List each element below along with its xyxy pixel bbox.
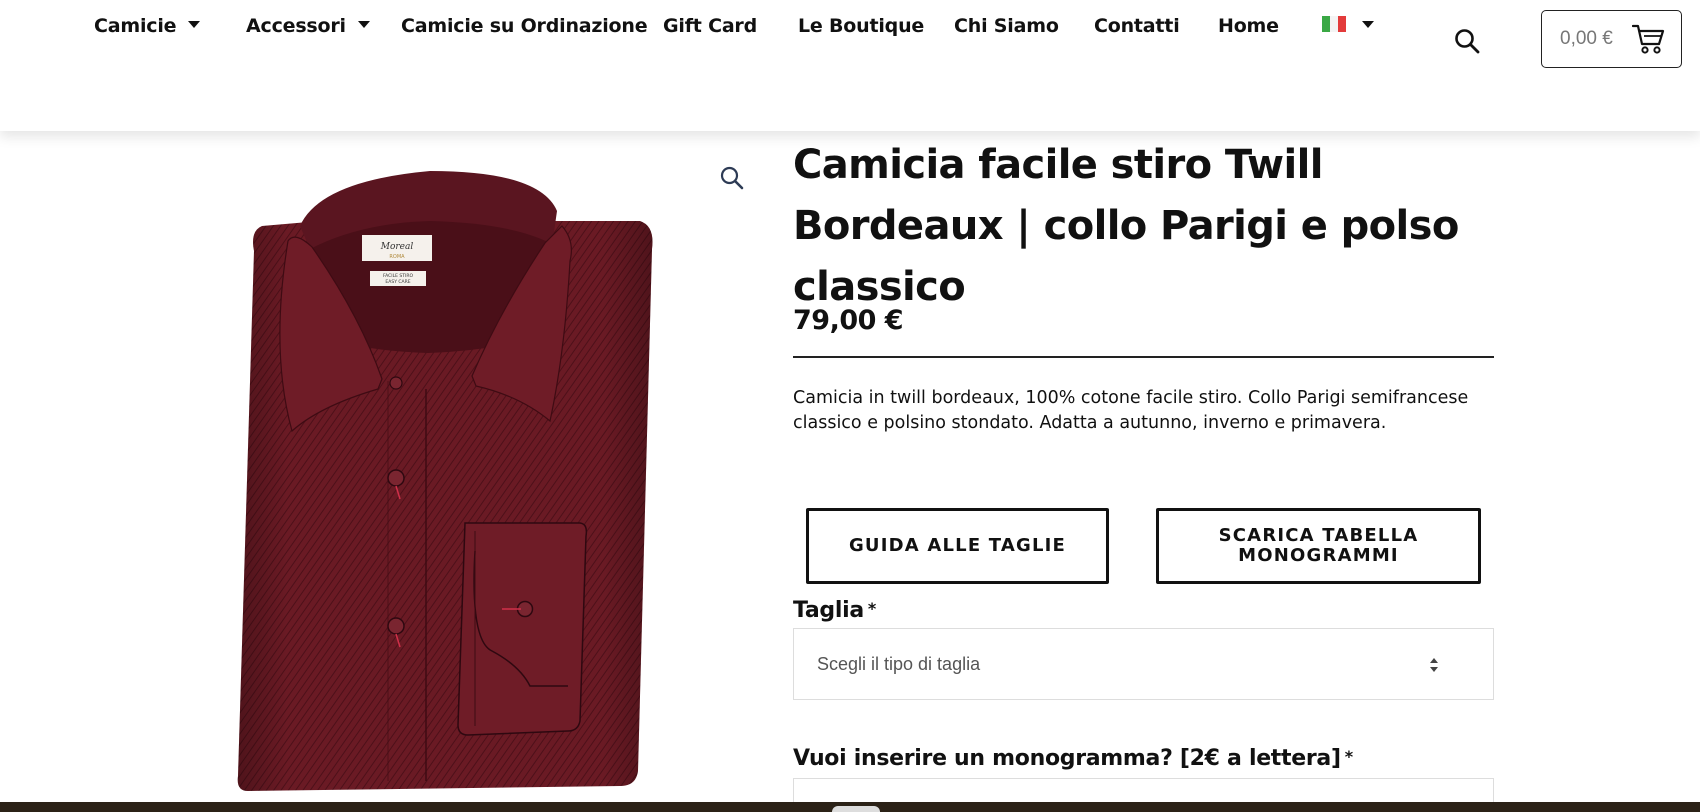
image-zoom-button[interactable]	[719, 165, 745, 191]
site-header: Camicie Accessori Camicie su Ordinazione…	[0, 0, 1700, 131]
nav-item-label: Camicie	[94, 15, 177, 37]
nav-item-camicie-su-ordinazione[interactable]: Camicie su Ordinazione	[401, 15, 648, 37]
select-arrows-icon	[1430, 658, 1438, 672]
search-icon	[1455, 29, 1480, 54]
caret-down-icon	[357, 21, 370, 28]
search-button[interactable]	[1452, 26, 1482, 56]
product-image: Moreal ROMA FACILE STIRO EASY CARE	[237, 171, 653, 791]
nav-item-contatti[interactable]: Contatti	[1094, 15, 1180, 37]
required-mark: *	[867, 599, 876, 618]
download-monogram-table-button[interactable]: SCARICA TABELLA MONOGRAMMI	[1156, 508, 1481, 584]
product-gallery[interactable]: Moreal ROMA FACILE STIRO EASY CARE	[200, 131, 760, 801]
nav-item-le-boutique[interactable]: Le Boutique	[798, 15, 924, 37]
size-guide-button[interactable]: GUIDA ALLE TAGLIE	[806, 508, 1109, 584]
svg-text:ROMA: ROMA	[389, 254, 405, 260]
cart-button[interactable]: 0,00 €	[1541, 10, 1682, 68]
size-field-label: Taglia *	[793, 598, 876, 623]
monogram-label-text: Vuoi inserire un monogramma? [2€ a lette…	[793, 746, 1341, 771]
main-nav: Camicie Accessori Camicie su Ordinazione…	[0, 0, 1400, 54]
language-switcher[interactable]	[1322, 15, 1374, 37]
nav-item-gift-card[interactable]: Gift Card	[663, 15, 757, 37]
cart-total: 0,00 €	[1560, 28, 1613, 49]
scroll-handle[interactable]	[832, 806, 880, 812]
nav-item-chi-siamo[interactable]: Chi Siamo	[954, 15, 1059, 37]
product-price: 79,00 €	[793, 305, 904, 336]
price-divider	[793, 356, 1494, 358]
italy-flag-icon	[1322, 15, 1346, 32]
caret-down-icon	[188, 21, 201, 28]
caret-down-icon	[1362, 21, 1374, 28]
cart-icon	[1632, 24, 1665, 54]
size-select[interactable]: Scegli il tipo di taglia	[793, 628, 1494, 700]
nav-item-camicie[interactable]: Camicie	[94, 15, 201, 37]
product-title: Camicia facile stiro Twill Bordeaux | co…	[793, 142, 1459, 310]
size-select-value: Scegli il tipo di taglia	[817, 654, 981, 674]
nav-item-accessori[interactable]: Accessori	[246, 15, 370, 37]
nav-item-label: Accessori	[246, 15, 346, 37]
svg-text:FACILE STIRO: FACILE STIRO	[383, 273, 413, 279]
svg-text:Moreal: Moreal	[380, 242, 414, 252]
required-mark: *	[1344, 747, 1353, 766]
product-description: Camicia in twill bordeaux, 100% cotone f…	[793, 388, 1469, 433]
nav-item-home[interactable]: Home	[1218, 15, 1279, 37]
monogram-field-label: Vuoi inserire un monogramma? [2€ a lette…	[793, 746, 1353, 771]
svg-text:EASY CARE: EASY CARE	[385, 279, 410, 285]
magnifier-zoom-icon	[720, 166, 744, 190]
size-label-text: Taglia	[793, 598, 864, 623]
